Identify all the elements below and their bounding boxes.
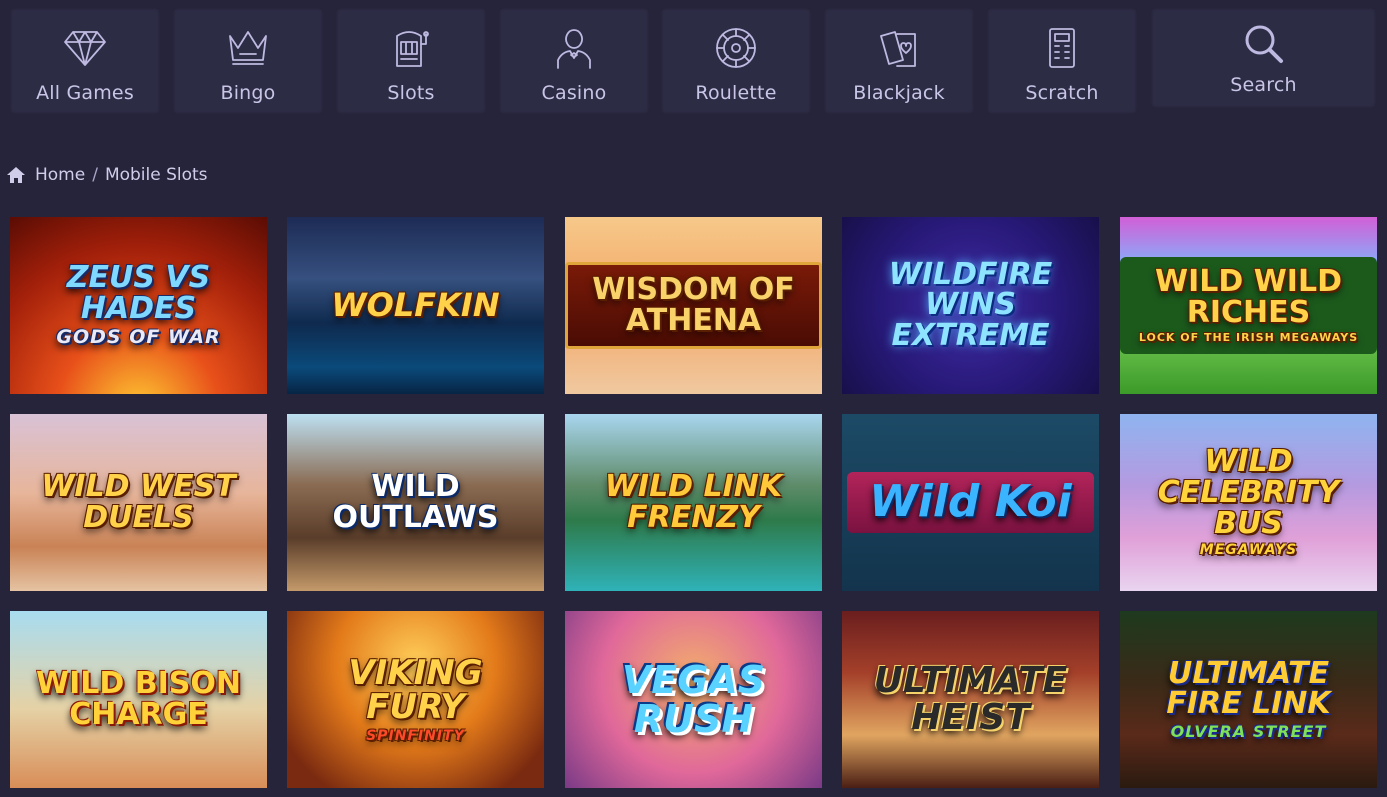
nav-label: Roulette: [695, 82, 777, 104]
home-icon: [6, 166, 26, 184]
game-title: ULTIMATE HEIST: [873, 659, 1068, 738]
game-tile[interactable]: WILD CELEBRITY BUS MEGAWAYS: [1120, 414, 1377, 591]
game-title: ZEUS VS HADES GODS OF WAR: [56, 260, 221, 349]
game-tile[interactable]: VIKING FURY SPINFINITY: [287, 611, 544, 788]
nav-search[interactable]: Search: [1151, 8, 1376, 108]
nav-label: All Games: [36, 82, 134, 104]
breadcrumb-current: Mobile Slots: [104, 165, 208, 185]
scratch-card-icon: [1040, 26, 1084, 70]
game-title: WILD LINK Frenzy: [604, 468, 783, 535]
nav-label: Slots: [387, 82, 435, 104]
game-tile[interactable]: WILD WEST DUELS: [10, 414, 267, 591]
category-nav: All Games Bingo Slots Casino Roulette Bl…: [0, 0, 1387, 125]
nav-all-games[interactable]: All Games: [10, 8, 160, 114]
nav-label: Search: [1230, 74, 1297, 96]
dealer-icon: [552, 26, 596, 70]
game-tile[interactable]: ULTIMATE HEIST: [842, 611, 1099, 788]
game-tile[interactable]: Wild Koi: [842, 414, 1099, 591]
game-tile[interactable]: WILDFIRE WINS EXTREME: [842, 217, 1099, 394]
game-title: WILD WILD RICHES LOCK OF THE IRISH MEGAWA…: [1120, 257, 1377, 354]
cards-icon: [877, 26, 921, 70]
breadcrumb-separator: /: [92, 165, 98, 185]
roulette-icon: [714, 26, 758, 70]
nav-bingo[interactable]: Bingo: [173, 8, 323, 114]
nav-casino[interactable]: Casino: [499, 8, 649, 114]
game-tile[interactable]: WISDOM OF ATHENA: [565, 217, 822, 394]
game-title: WILD CELEBRITY BUS MEGAWAYS: [1157, 444, 1340, 559]
breadcrumb: Home / Mobile Slots: [6, 163, 208, 187]
search-icon: [1242, 22, 1286, 66]
nav-blackjack[interactable]: Blackjack: [824, 8, 974, 114]
game-tile[interactable]: WILD WILD RICHES LOCK OF THE IRISH MEGAWA…: [1120, 217, 1377, 394]
game-tile[interactable]: ZEUS VS HADES GODS OF WAR: [10, 217, 267, 394]
nav-scratch[interactable]: Scratch: [987, 8, 1137, 114]
game-tile[interactable]: WILD LINK Frenzy: [565, 414, 822, 591]
game-title: Wild Koi: [847, 472, 1094, 533]
game-title: WOLFKIN: [331, 286, 500, 325]
nav-roulette[interactable]: Roulette: [661, 8, 811, 114]
crown-icon: [226, 26, 270, 70]
nav-label: Scratch: [1025, 82, 1099, 104]
nav-label: Blackjack: [853, 82, 945, 104]
game-tile[interactable]: WILD BISON CHARGE: [10, 611, 267, 788]
diamond-icon: [63, 26, 107, 70]
game-title: WILD OUTLAWS: [332, 468, 499, 535]
game-title: WILD BISON CHARGE: [36, 665, 241, 732]
nav-label: Casino: [541, 82, 607, 104]
game-tile[interactable]: VEGAS RUSH: [565, 611, 822, 788]
nav-slots[interactable]: Slots: [336, 8, 486, 114]
slot-machine-icon: [389, 26, 433, 70]
game-tile[interactable]: ULTIMATE FIRE LINK OLVERA STREET: [1120, 611, 1377, 788]
nav-label: Bingo: [220, 82, 276, 104]
game-title: ULTIMATE FIRE LINK OLVERA STREET: [1166, 655, 1331, 741]
breadcrumb-home-link[interactable]: Home: [35, 165, 85, 185]
game-tile[interactable]: WILD OUTLAWS: [287, 414, 544, 591]
game-title: WILD WEST DUELS: [41, 468, 236, 535]
game-title: VIKING FURY SPINFINITY: [348, 652, 483, 745]
game-title: WISDOM OF ATHENA: [565, 261, 822, 350]
game-tile[interactable]: WOLFKIN: [287, 217, 544, 394]
game-title: WILDFIRE WINS EXTREME: [888, 256, 1053, 353]
game-title: VEGAS RUSH: [621, 657, 766, 741]
